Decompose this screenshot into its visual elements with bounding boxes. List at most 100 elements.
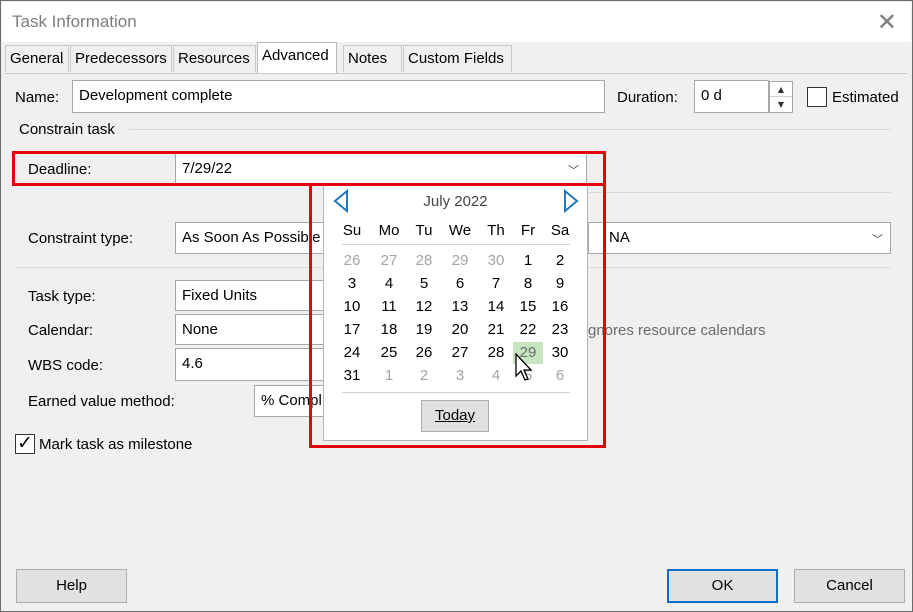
checkmark-icon: ✓ — [17, 432, 33, 454]
calendar-day[interactable]: 25 — [374, 342, 404, 364]
calendar-day[interactable]: 12 — [409, 296, 439, 318]
adjacent-month-day[interactable]: 30 — [481, 250, 511, 272]
calendar-day[interactable]: 27 — [445, 342, 475, 364]
earned-value-dropdown[interactable]: % Compl — [254, 385, 326, 417]
tab-notes[interactable]: Notes — [343, 45, 402, 72]
calendar-day[interactable]: 14 — [481, 296, 511, 318]
task-type-label: Task type: — [28, 288, 96, 305]
weekday-label: We — [448, 222, 472, 239]
wbs-code-value: 4.6 — [182, 355, 203, 372]
tab-advanced[interactable]: Advanced — [257, 42, 337, 73]
calendar-day[interactable]: 21 — [481, 319, 511, 341]
calendar-day[interactable]: 4 — [374, 273, 404, 295]
task-type-dropdown[interactable]: Fixed Units — [175, 280, 327, 311]
date-picker-popup: July 2022 Su Mo Tu We Th Fr Sa 26 27 28 29 30 1 2 3 4 5… — [323, 185, 588, 441]
spin-down-icon[interactable]: ▼ — [770, 97, 792, 112]
task-type-value: Fixed Units — [182, 287, 258, 304]
calendar-header: July 2022 — [324, 186, 587, 216]
wbs-code-field[interactable]: 4.6 — [175, 348, 327, 381]
adjacent-month-day[interactable]: 28 — [409, 250, 439, 272]
calendar-label: Calendar: — [28, 322, 94, 339]
calendar-day[interactable]: 17 — [337, 319, 367, 341]
weekday-label: Su — [342, 222, 362, 239]
ok-button[interactable]: OK — [667, 569, 778, 603]
calendar-day[interactable]: 6 — [445, 273, 475, 295]
constraint-type-dropdown[interactable]: As Soon As Possible — [175, 222, 327, 254]
adjacent-month-day[interactable]: 3 — [445, 365, 475, 387]
adjacent-month-day[interactable]: 29 — [445, 250, 475, 272]
calendar-day[interactable]: 15 — [513, 296, 543, 318]
milestone-checkbox[interactable]: ✓ — [15, 432, 35, 454]
calendar-day[interactable]: 31 — [337, 365, 367, 387]
ignore-calendars-note: gnores resource calendars — [588, 322, 766, 339]
calendar-day[interactable]: 8 — [513, 273, 543, 295]
calendar-day[interactable]: 18 — [374, 319, 404, 341]
tab-predecessors[interactable]: Predecessors — [70, 45, 172, 72]
duration-field[interactable]: 0 d — [694, 80, 769, 113]
calendar-month-title[interactable]: July 2022 — [324, 193, 587, 210]
help-button[interactable]: Help — [16, 569, 127, 603]
calendar-day[interactable]: 2 — [545, 250, 575, 272]
duration-spinner[interactable]: ▲ ▼ — [769, 81, 793, 113]
calendar-day[interactable]: 10 — [337, 296, 367, 318]
calendar-day[interactable]: 5 — [409, 273, 439, 295]
constraint-type-value: As Soon As Possible — [182, 229, 321, 246]
chevron-down-icon[interactable]: ﹀ — [872, 231, 883, 247]
constraint-type-label: Constraint type: — [28, 230, 134, 247]
name-label: Name: — [15, 89, 60, 106]
today-label: Today — [434, 407, 476, 424]
today-button[interactable]: Today — [421, 400, 489, 432]
calendar-value: None — [182, 321, 218, 338]
adjacent-month-day[interactable]: 26 — [337, 250, 367, 272]
chevron-down-icon[interactable]: ﹀ — [568, 162, 579, 178]
tab-general[interactable]: General — [5, 45, 69, 72]
adjacent-month-day[interactable]: 1 — [374, 365, 404, 387]
calendar-day[interactable]: 26 — [409, 342, 439, 364]
deadline-dropdown[interactable]: 7/29/22 — [175, 153, 587, 184]
calendar-day[interactable]: 7 — [481, 273, 511, 295]
next-month-icon[interactable] — [560, 188, 582, 214]
name-field[interactable]: Development complete — [72, 80, 605, 113]
today-divider — [342, 392, 570, 393]
task-information-dialog: Task Information ✕ General Predecessors … — [0, 0, 913, 612]
calendar-day[interactable]: 19 — [409, 319, 439, 341]
calendar-day[interactable]: 23 — [545, 319, 575, 341]
mouse-cursor-icon — [515, 353, 533, 381]
calendar-day[interactable]: 3 — [337, 273, 367, 295]
weekday-divider — [342, 244, 570, 245]
calendar-dropdown[interactable]: None — [175, 314, 327, 345]
close-icon[interactable]: ✕ — [877, 8, 897, 36]
adjacent-month-day[interactable]: 6 — [545, 365, 575, 387]
calendar-day[interactable]: 28 — [481, 342, 511, 364]
name-value: Development complete — [79, 87, 233, 104]
calendar-day[interactable]: 22 — [513, 319, 543, 341]
cancel-button[interactable]: Cancel — [794, 569, 905, 603]
calendar-day[interactable]: 16 — [545, 296, 575, 318]
calendar-day[interactable]: 13 — [445, 296, 475, 318]
section-divider — [589, 192, 891, 193]
weekday-label: Th — [487, 222, 505, 239]
dialog-title: Task Information — [12, 12, 137, 31]
calendar-day[interactable]: 1 — [513, 250, 543, 272]
earned-value-label: Earned value method: — [28, 393, 175, 410]
earned-value-value: % Compl — [261, 392, 322, 409]
estimated-checkbox[interactable] — [807, 87, 827, 107]
title-bar: Task Information ✕ — [2, 2, 911, 42]
calendar-day[interactable]: 20 — [445, 319, 475, 341]
weekday-label: Fr — [520, 222, 536, 239]
tab-resources[interactable]: Resources — [173, 45, 256, 72]
wbs-code-label: WBS code: — [28, 357, 104, 374]
deadline-value: 7/29/22 — [182, 160, 233, 177]
calendar-day[interactable]: 9 — [545, 273, 575, 295]
calendar-day[interactable]: 24 — [337, 342, 367, 364]
adjacent-month-day[interactable]: 4 — [481, 365, 511, 387]
tab-custom-fields[interactable]: Custom Fields — [403, 45, 512, 72]
weekday-label: Tu — [415, 222, 433, 239]
constraint-date-dropdown[interactable]: NA — [588, 222, 891, 254]
calendar-day[interactable]: 30 — [545, 342, 575, 364]
spin-up-icon[interactable]: ▲ — [770, 82, 792, 97]
adjacent-month-day[interactable]: 2 — [409, 365, 439, 387]
calendar-day[interactable]: 11 — [374, 296, 404, 318]
estimated-label: Estimated — [832, 89, 899, 106]
adjacent-month-day[interactable]: 27 — [374, 250, 404, 272]
